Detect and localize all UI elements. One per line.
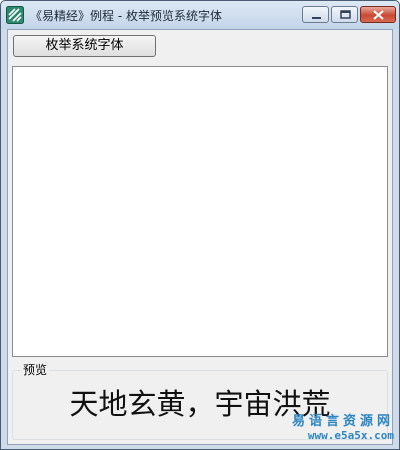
main-window: 《易精经》例程 - 枚举预览系统字体 枚举系统字体 预览 天地玄黄，宇宙洪荒 易 xyxy=(0,0,400,450)
minimize-button[interactable] xyxy=(302,6,329,23)
watermark: 易语言资源网 www.e5a5x.com xyxy=(264,415,394,443)
maximize-button[interactable] xyxy=(331,6,358,23)
app-icon[interactable] xyxy=(6,6,24,24)
close-button[interactable] xyxy=(360,6,396,23)
minimize-icon xyxy=(312,17,321,19)
enum-fonts-button[interactable]: 枚举系统字体 xyxy=(13,35,156,57)
close-icon xyxy=(373,10,384,20)
preview-group-label: 预览 xyxy=(21,361,50,378)
client-area: 枚举系统字体 预览 天地玄黄，宇宙洪荒 xyxy=(7,29,393,445)
maximize-icon xyxy=(340,10,351,19)
font-list-box[interactable] xyxy=(12,66,388,357)
watermark-url: www.e5a5x.com xyxy=(307,429,394,442)
watermark-name: 易语言资源网 xyxy=(291,414,394,429)
window-title: 《易精经》例程 - 枚举预览系统字体 xyxy=(30,9,222,23)
title-bar[interactable]: 《易精经》例程 - 枚举预览系统字体 xyxy=(1,1,399,29)
